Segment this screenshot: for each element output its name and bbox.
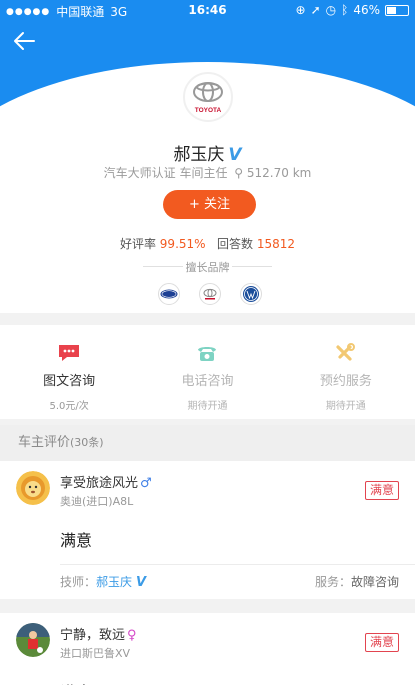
brands-title: 擅长品牌 xyxy=(185,261,230,274)
toyota-brand-icon xyxy=(199,283,221,305)
expert-subtitle: 汽车大师认证 车间主任 ⚲ 512.70 km xyxy=(0,164,415,181)
brand-logos xyxy=(158,283,262,305)
service-phone-consult[interactable]: 电话咨询 期待开通 xyxy=(138,325,276,419)
service-status: 期待开通 xyxy=(325,401,366,412)
ford-logo-icon xyxy=(158,283,180,305)
rating-label: 好评率 xyxy=(119,237,156,251)
service-type: 服务：故障咨询 xyxy=(315,573,399,590)
wrench-icon xyxy=(336,343,355,361)
alarm-icon: ◷ xyxy=(325,3,337,17)
battery-percent: 46% xyxy=(353,3,380,17)
review-item: 享受旅途风光 ♂ 奥迪(进口)A8L 满意 满意 技师：郝玉庆 V 服务：故障咨询 xyxy=(0,461,415,599)
back-button[interactable] xyxy=(12,28,42,54)
rating-value: 99.51% xyxy=(159,237,206,251)
service-type-label: 服务： xyxy=(314,575,351,589)
reviewer-avatar[interactable] xyxy=(16,471,50,505)
service-title: 电话咨询 xyxy=(181,374,234,389)
reviewer-name: 宁静，致远 ♀ xyxy=(60,624,137,643)
status-bar: ●●●●● 中国联通 3G 16:46 ⊕ ➚ ◷ ᛒ 46% xyxy=(0,0,415,20)
reviews-header: 车主评价(30条) xyxy=(0,425,415,461)
location-icon: ➚ xyxy=(310,3,321,17)
review-item: 宁静，致远♀ 进口斯巴鲁XV 满意 满意 xyxy=(0,613,415,685)
service-text-consult[interactable]: 图文咨询 5.0元/次 xyxy=(0,325,138,419)
male-icon: ♂ xyxy=(140,476,152,491)
review-content: 满意 xyxy=(60,679,92,685)
verified-badge: V xyxy=(136,575,147,590)
expert-avatar: TOYOTA xyxy=(183,72,233,122)
lion-avatar-icon xyxy=(16,471,50,505)
satisfaction-tag: 满意 xyxy=(364,633,399,652)
reviews-title: 车主评价 xyxy=(18,435,71,450)
reviews-count: (30条) xyxy=(70,436,104,449)
technician-label: 技师： xyxy=(60,575,97,589)
distance-text: 512.70 km xyxy=(246,166,312,180)
service-title: 图文咨询 xyxy=(43,374,96,389)
reviewer-name-text: 宁静，致远 xyxy=(60,628,126,643)
toyota-logo-icon: TOYOTA xyxy=(193,82,223,114)
volkswagen-logo-icon xyxy=(240,283,262,305)
back-arrow-icon xyxy=(14,32,35,50)
reviewer-name-text: 享受旅途风光 xyxy=(60,476,139,491)
section-divider xyxy=(0,313,415,325)
expert-name: 郝玉庆 xyxy=(173,145,225,165)
review-footer: 技师：郝玉庆 V 服务：故障咨询 xyxy=(60,573,399,590)
female-icon: ♀ xyxy=(127,628,137,643)
chat-bubble-icon xyxy=(59,345,80,361)
reviewer-car: 奥迪(进口)A8L xyxy=(60,495,134,508)
follow-button[interactable]: + 关注 xyxy=(163,190,256,219)
answers-label: 回答数 xyxy=(217,237,254,251)
service-price: 5.0元/次 xyxy=(49,401,89,412)
soccer-player-avatar-icon xyxy=(16,623,50,657)
expert-stats: 好评率 99.51% 回答数 15812 xyxy=(0,235,415,252)
review-content: 满意 xyxy=(60,531,93,550)
phone-icon xyxy=(198,347,217,361)
service-title: 预约服务 xyxy=(319,374,372,389)
technician-name[interactable]: 郝玉庆 xyxy=(96,575,132,589)
reviewer-car: 进口斯巴鲁XV xyxy=(60,647,131,660)
service-options: 图文咨询 5.0元/次 电话咨询 期待开通 预约服务 期待开通 xyxy=(0,325,415,419)
reviewer-name: 享受旅途风光 ♂ xyxy=(60,472,152,491)
reviewer-avatar[interactable] xyxy=(16,623,50,657)
rotation-lock-icon: ⊕ xyxy=(295,3,306,17)
service-type-value: 故障咨询 xyxy=(350,575,399,589)
battery-icon xyxy=(385,4,409,16)
divider-line xyxy=(232,266,272,267)
satisfaction-tag: 满意 xyxy=(364,481,399,500)
service-status: 期待开通 xyxy=(187,401,228,412)
certification-text: 汽车大师认证 车间主任 xyxy=(103,166,228,180)
expert-name-row: 郝玉庆 V xyxy=(0,140,415,165)
toyota-logo-text: TOYOTA xyxy=(195,107,222,114)
service-appointment[interactable]: 预约服务 期待开通 xyxy=(277,325,415,419)
answers-value: 15812 xyxy=(256,237,296,251)
bluetooth-icon: ᛒ xyxy=(341,3,349,17)
location-pin-icon: ⚲ xyxy=(234,166,244,180)
review-separator xyxy=(60,564,415,565)
section-divider xyxy=(0,599,415,613)
verified-badge: V xyxy=(228,145,242,165)
